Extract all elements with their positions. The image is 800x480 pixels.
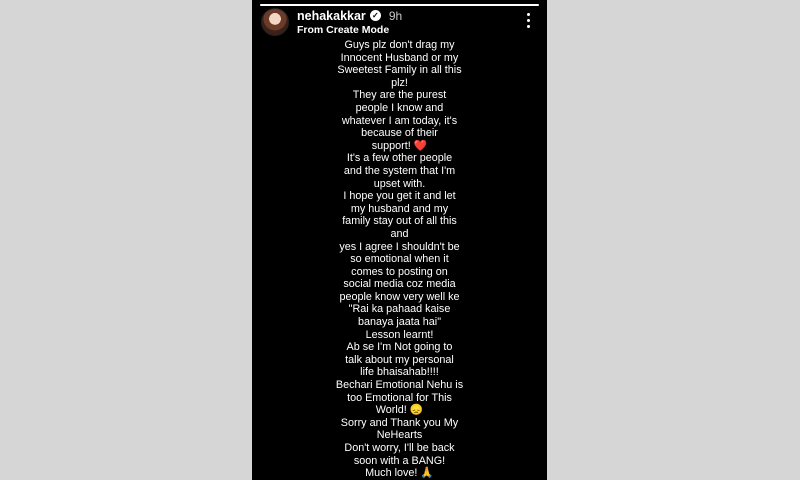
caption-line: Guys plz don't drag my (344, 39, 455, 51)
caption-line: "Rai ka pahaad kaise (348, 303, 451, 316)
caption-line: social media coz media (343, 278, 456, 291)
caption-line: because of their (361, 127, 438, 140)
caption-line: and the system that I'm (343, 164, 456, 177)
caption-line: talk about my personal (345, 353, 454, 366)
verified-badge-icon: ✓ (369, 10, 381, 21)
caption-line: support! ❤️ (371, 139, 428, 152)
more-options-icon[interactable] (527, 13, 531, 29)
caption-line: It's a few other people (346, 152, 453, 165)
caption-line: Much love! 🙏 (365, 467, 434, 480)
caption-line: Don't worry, I'll be back (344, 442, 455, 454)
caption-line: NeHearts (376, 429, 423, 442)
caption-line: life bhaisahab!!!! (360, 366, 439, 379)
caption-line: my husband and my (350, 202, 449, 215)
story-viewer[interactable]: nehakakkar ✓ 9h From Create Mode Guys pl… (252, 0, 547, 480)
caption-line: Sweetest Family in all this (337, 64, 462, 77)
post-time: 9h (388, 8, 403, 23)
story-progress-bar (260, 4, 539, 6)
create-mode-label[interactable]: From Create Mode (297, 24, 389, 36)
caption-line: plz! (391, 76, 408, 89)
user-line: nehakakkar ✓ 9h (297, 8, 402, 23)
caption-line: Ab se I'm Not going to (346, 341, 453, 354)
caption-line: family stay out of all this (342, 215, 457, 228)
caption-line: people know very well ke (339, 290, 460, 303)
caption-line: and (390, 227, 409, 240)
avatar[interactable] (261, 8, 289, 36)
story-caption-text: Guys plz don't drag my Innocent Husband o… (252, 39, 547, 480)
caption-line: Innocent Husband or my (340, 51, 459, 64)
story-header: nehakakkar ✓ 9h From Create Mode (261, 8, 537, 36)
caption-line: so emotional when it (350, 253, 449, 266)
caption-line: soon with a BANG! (353, 454, 446, 467)
caption-line: yes I agree I shouldn't be (339, 240, 460, 253)
caption-line: whatever I am today, it's (341, 114, 458, 127)
caption-line: Sorry and Thank you My (340, 416, 459, 429)
caption-line: Bechari Emotional Nehu is (335, 379, 464, 392)
caption-line: upset with. (373, 177, 426, 190)
caption-line: They are the purest (352, 89, 447, 102)
caption-line: banaya jaata hai" (357, 316, 442, 329)
caption-line: I hope you get it and let (343, 190, 456, 203)
story-progress-fill (260, 4, 539, 6)
username[interactable]: nehakakkar (297, 9, 366, 23)
caption-line: too Emotional for This (347, 391, 452, 404)
caption-line: Lesson learnt! (365, 328, 434, 341)
caption-line: comes to posting on (351, 265, 448, 278)
caption-line: people I know and (355, 101, 444, 114)
caption-line: World! 😞 (375, 404, 424, 417)
